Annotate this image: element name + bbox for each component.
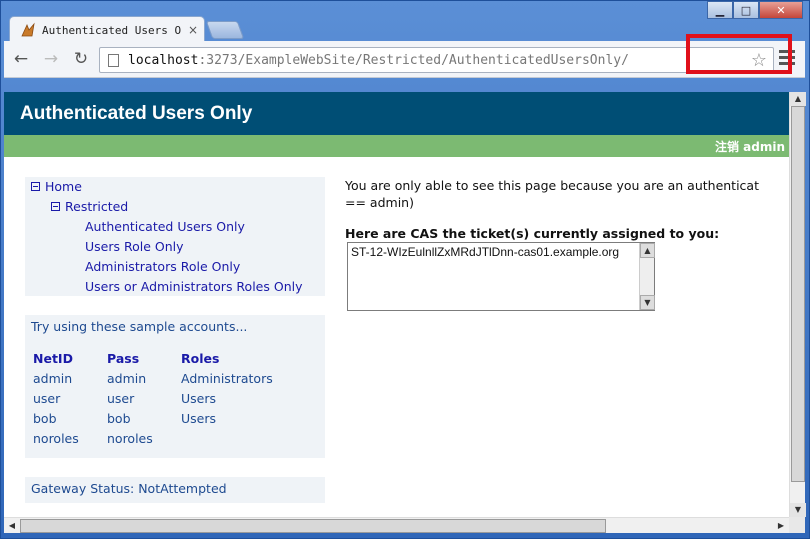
page-vertical-scrollbar[interactable]: ▲ ▼ <box>789 92 806 517</box>
main-content: You are only able to see this page becau… <box>345 177 789 311</box>
forward-icon[interactable]: → <box>40 49 62 69</box>
window-controls: ▁ □ ✕ <box>707 1 803 19</box>
horizontal-scroll-thumb[interactable] <box>20 519 606 533</box>
table-cell: bob <box>107 410 131 426</box>
table-cell: Users <box>181 410 217 426</box>
table-row: admin admin Administrators <box>31 368 281 388</box>
table-cell: noroles <box>107 430 153 446</box>
table-cell: noroles <box>33 430 79 446</box>
table-cell: admin <box>33 370 73 386</box>
address-bar[interactable]: localhost:3273/ExampleWebSite/Restricted… <box>99 47 774 73</box>
scroll-down-icon[interactable]: ▼ <box>640 295 655 310</box>
maximize-button[interactable]: □ <box>733 1 759 19</box>
close-window-button[interactable]: ✕ <box>759 1 803 19</box>
nav-link-restricted[interactable]: Restricted <box>65 199 128 214</box>
page-header: Authenticated Users Only <box>4 92 789 135</box>
scroll-up-icon[interactable]: ▲ <box>640 243 655 258</box>
scroll-down-icon[interactable]: ▼ <box>790 503 806 517</box>
table-cell <box>179 428 281 448</box>
accounts-table: NetID Pass Roles admin admin Administrat… <box>31 348 281 448</box>
tab-close-icon[interactable]: × <box>188 23 198 37</box>
column-header: Roles <box>181 350 220 366</box>
intro-text-line1: You are only able to see this page becau… <box>345 178 759 193</box>
highlight-box <box>686 34 792 74</box>
nav-link-admins-role[interactable]: Administrators Role Only <box>31 257 319 277</box>
left-column: Home Restricted Authenticated Users Only… <box>25 177 325 503</box>
gateway-panel: Gateway Status: NotAttempted <box>25 477 325 503</box>
page-icon <box>108 54 119 67</box>
table-cell: Users <box>181 390 217 406</box>
ticket-value: ST-12-WIzEulnllZxMRdJTlDnn-cas01.example… <box>351 245 620 259</box>
browser-tab[interactable]: Authenticated Users Onl × <box>9 16 205 43</box>
url-host: localhost <box>128 53 199 68</box>
table-cell: user <box>107 390 135 406</box>
nav-link-users-or-admins[interactable]: Users or Administrators Roles Only <box>31 277 319 297</box>
back-icon[interactable]: ← <box>10 49 32 69</box>
nav-link-home[interactable]: Home <box>45 179 82 194</box>
user-bar: 注销 admin <box>4 135 789 157</box>
vertical-scroll-thumb[interactable] <box>791 106 805 482</box>
gateway-status: Gateway Status: NotAttempted <box>31 481 227 496</box>
intro-text-line2: == admin) <box>345 195 414 210</box>
table-cell: user <box>33 390 61 406</box>
column-header: NetID <box>33 350 73 366</box>
table-cell: Administrators <box>181 370 273 386</box>
collapse-icon[interactable] <box>31 182 40 191</box>
accounts-intro: Try using these sample accounts... <box>31 319 248 334</box>
table-cell: admin <box>107 370 147 386</box>
favicon-icon <box>21 22 35 37</box>
table-row: user user Users <box>31 388 281 408</box>
textarea-scrollbar[interactable]: ▲ ▼ <box>639 243 655 310</box>
page-viewport: Authenticated Users Only 注销 admin Home R… <box>4 92 789 517</box>
scroll-right-icon[interactable]: ▶ <box>773 518 789 534</box>
nav-link-users-role[interactable]: Users Role Only <box>31 237 319 257</box>
accounts-panel: Try using these sample accounts... NetID… <box>25 315 325 458</box>
table-header-row: NetID Pass Roles <box>31 348 281 368</box>
browser-toolbar: ← → ↻ localhost:3273/ExampleWebSite/Rest… <box>4 41 805 78</box>
ticket-textarea[interactable]: ST-12-WIzEulnllZxMRdJTlDnn-cas01.example… <box>347 242 655 311</box>
page-horizontal-scrollbar[interactable]: ◀ ▶ <box>4 517 789 533</box>
nav-tree: Home Restricted Authenticated Users Only… <box>25 177 325 296</box>
scroll-left-icon[interactable]: ◀ <box>4 518 20 534</box>
table-row: bob bob Users <box>31 408 281 428</box>
new-tab-button[interactable] <box>205 21 245 39</box>
ticket-label: Here are CAS the ticket(s) currently ass… <box>345 226 720 241</box>
url-path: :3273/ExampleWebSite/Restricted/Authenti… <box>198 53 629 68</box>
page-title: Authenticated Users Only <box>20 103 253 124</box>
column-header: Pass <box>107 350 140 366</box>
table-cell: bob <box>33 410 57 426</box>
url-text: localhost:3273/ExampleWebSite/Restricted… <box>128 53 629 68</box>
table-row: noroles noroles <box>31 428 281 448</box>
tree-node-home[interactable]: Home <box>31 177 319 197</box>
tab-title: Authenticated Users Onl <box>42 23 182 37</box>
logout-link[interactable]: 注销 admin <box>715 138 785 155</box>
minimize-button[interactable]: ▁ <box>707 1 733 19</box>
reload-icon[interactable]: ↻ <box>70 49 92 69</box>
collapse-icon[interactable] <box>51 202 60 211</box>
tree-node-restricted[interactable]: Restricted <box>31 197 319 217</box>
scroll-up-icon[interactable]: ▲ <box>790 92 806 106</box>
nav-link-authenticated[interactable]: Authenticated Users Only <box>31 217 319 237</box>
scrollbar-corner <box>789 517 805 533</box>
